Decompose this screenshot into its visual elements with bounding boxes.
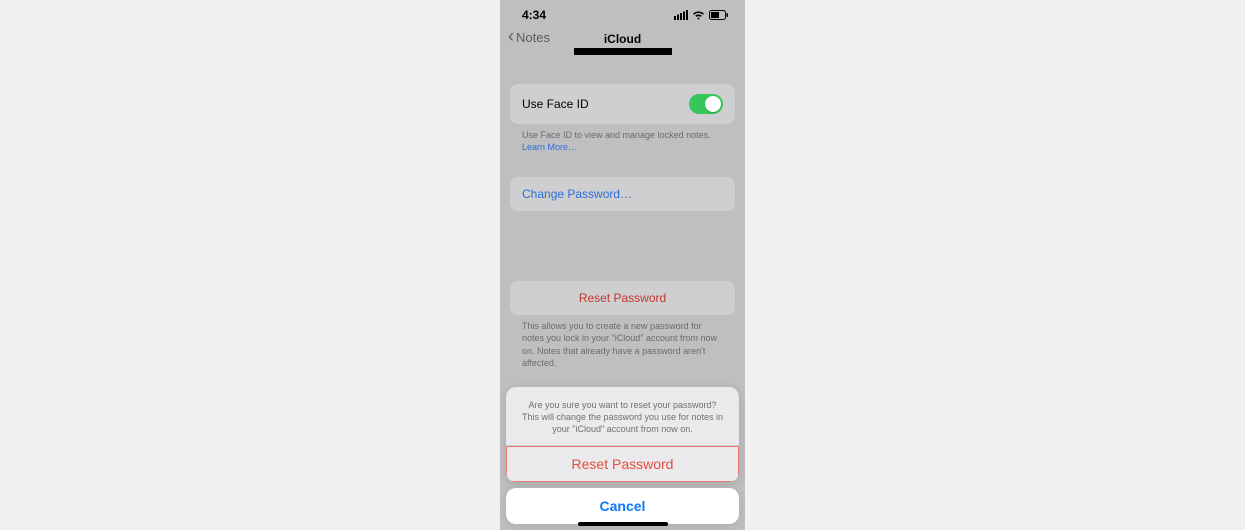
chevron-left-icon: ‹ (508, 27, 514, 45)
nav-title: iCloud (574, 32, 672, 46)
action-sheet-reset-button[interactable]: Reset Password (506, 445, 739, 482)
face-id-toggle[interactable] (689, 94, 723, 114)
back-button[interactable]: ‹ Notes (508, 28, 550, 46)
toggle-knob (705, 96, 721, 112)
nav-bar: ‹ Notes iCloud (500, 26, 745, 60)
home-indicator[interactable] (578, 522, 668, 526)
action-sheet-message: Are you sure you want to reset your pass… (506, 387, 739, 445)
nav-title-wrap: iCloud (574, 32, 672, 55)
action-sheet-card: Are you sure you want to reset your pass… (506, 387, 739, 482)
action-sheet-cancel-button[interactable]: Cancel (506, 488, 739, 524)
nav-subtitle-redacted (574, 48, 672, 55)
back-label: Notes (516, 30, 550, 45)
action-sheet: Are you sure you want to reset your pass… (506, 387, 739, 524)
phone-screen: 4:34 ‹ Notes iCloud Use Face ID (500, 0, 745, 530)
